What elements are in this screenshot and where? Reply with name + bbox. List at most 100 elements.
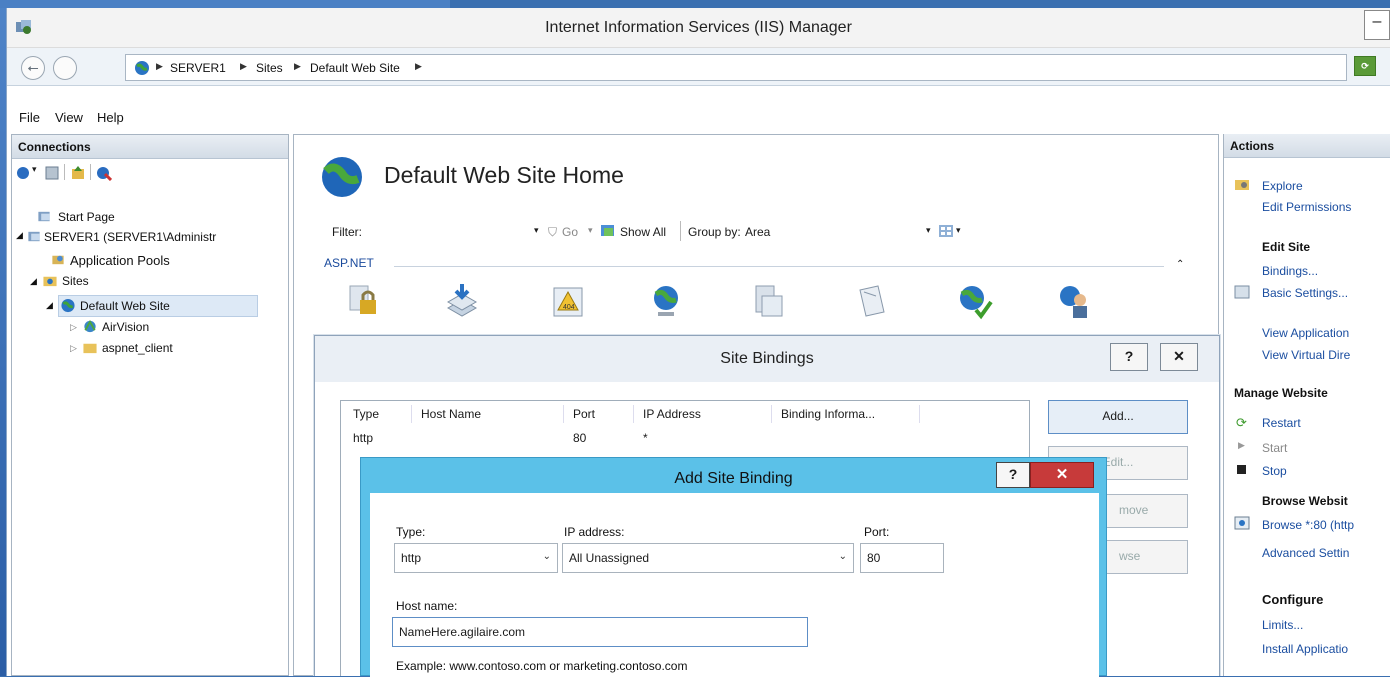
forward-button[interactable]	[53, 56, 77, 80]
stop-link[interactable]: Stop	[1262, 464, 1287, 478]
browse-80-link[interactable]: Browse *:80 (http	[1262, 518, 1354, 532]
column-port[interactable]: Port	[573, 407, 595, 421]
back-button[interactable]: ⭠	[21, 56, 45, 80]
actions-header: Actions	[1224, 134, 1390, 158]
dropdown-arrow-icon[interactable]: ▾	[956, 225, 961, 236]
group-by-select[interactable]: Area	[745, 225, 770, 239]
breadcrumb-default-web-site[interactable]: Default Web Site	[310, 61, 400, 75]
help-button[interactable]: ?	[996, 462, 1030, 488]
disconnect-icon[interactable]	[96, 165, 112, 181]
basic-settings-link[interactable]: Basic Settings...	[1262, 286, 1348, 300]
authorization-icon[interactable]	[344, 282, 384, 322]
toolbar-divider	[64, 164, 65, 180]
application-icon	[84, 319, 96, 333]
menu-bar: File View Help	[7, 86, 1390, 134]
minimize-button[interactable]: –	[1364, 10, 1390, 40]
start-link[interactable]: Start	[1262, 441, 1287, 455]
save-icon[interactable]	[44, 165, 60, 181]
toolbar-divider	[680, 221, 681, 241]
collapse-arrow-icon[interactable]: ◢	[46, 300, 53, 311]
machine-key-icon[interactable]	[748, 282, 788, 322]
column-type[interactable]: Type	[353, 407, 379, 421]
pages-controls-icon[interactable]	[852, 282, 892, 322]
folder-icon	[83, 343, 97, 354]
expand-arrow-icon[interactable]: ▷	[70, 322, 77, 333]
tree-airvision[interactable]: AirVision	[102, 320, 149, 334]
section-divider	[394, 266, 1164, 267]
help-button[interactable]: ?	[1110, 343, 1148, 371]
column-binding-information[interactable]: Binding Informa...	[781, 407, 875, 421]
view-virtual-directories-link[interactable]: View Virtual Dire	[1262, 348, 1350, 362]
bindings-link[interactable]: Bindings...	[1262, 264, 1318, 278]
expand-arrow-icon[interactable]: ▷	[70, 343, 77, 354]
binding-type-cell[interactable]: http	[353, 431, 373, 445]
go-button[interactable]: Go	[562, 225, 578, 239]
tree-aspnet-client[interactable]: aspnet_client	[102, 341, 173, 355]
show-all-button[interactable]: Show All	[620, 225, 666, 239]
svg-text:404: 404	[563, 304, 575, 311]
column-ip-address[interactable]: IP Address	[643, 407, 701, 421]
limits-link[interactable]: Limits...	[1262, 618, 1303, 632]
chevron-down-icon: ⌄	[542, 551, 551, 562]
address-bar: ⭠ ▶ SERVER1 ▶ Sites ▶ Default Web Site ▶…	[7, 48, 1390, 86]
explore-link[interactable]: Explore	[1262, 179, 1303, 193]
collapse-arrow-icon[interactable]: ◢	[30, 276, 37, 287]
browse-website-heading: Browse Websit	[1262, 494, 1348, 508]
tree-server1[interactable]: SERVER1 (SERVER1\Administr	[44, 230, 216, 244]
install-application-link[interactable]: Install Applicatio	[1262, 642, 1348, 656]
title-bar: Internet Information Services (IIS) Mana…	[7, 8, 1390, 48]
close-button[interactable]: ✕	[1160, 343, 1198, 371]
error-pages-icon[interactable]: 404	[548, 282, 588, 322]
add-site-binding-dialog: Add Site Binding ? ✕ Type: http ⌄ IP add…	[360, 457, 1107, 677]
tree-start-page[interactable]: Start Page	[58, 210, 115, 224]
connect-icon[interactable]	[16, 165, 32, 181]
show-all-icon	[601, 225, 614, 236]
toolbar-divider	[90, 164, 91, 180]
host-name-input[interactable]: NameHere.agilaire.com	[392, 617, 808, 647]
connections-panel: Connections ▾ Start Page ◢ SERVER1 (SERV…	[11, 134, 289, 676]
dropdown-arrow-icon[interactable]: ▾	[926, 225, 931, 236]
type-select[interactable]: http ⌄	[394, 543, 558, 573]
collapse-arrow-icon[interactable]: ◢	[16, 230, 23, 241]
menu-help[interactable]: Help	[97, 110, 124, 125]
dropdown-arrow-icon[interactable]: ▾	[588, 225, 593, 236]
menu-view[interactable]: View	[55, 110, 83, 125]
view-applications-link[interactable]: View Application	[1262, 326, 1349, 340]
tree-sites[interactable]: Sites	[62, 274, 89, 288]
edit-site-heading: Edit Site	[1262, 240, 1311, 254]
port-input[interactable]: 80	[860, 543, 944, 573]
site-bindings-titlebar: Site Bindings ? ✕	[315, 336, 1219, 382]
providers-icon[interactable]	[954, 282, 994, 322]
tree-default-web-site[interactable]: Default Web Site	[80, 299, 170, 313]
add-site-binding-body: Type: http ⌄ IP address: All Unassigned …	[370, 493, 1099, 677]
breadcrumb-server1[interactable]: SERVER1	[170, 61, 226, 75]
tree-application-pools[interactable]: Application Pools	[70, 253, 170, 268]
filter-input[interactable]	[366, 222, 526, 242]
download-icon[interactable]	[442, 282, 482, 322]
advanced-settings-link[interactable]: Advanced Settin	[1262, 546, 1349, 560]
menu-file[interactable]: File	[19, 110, 40, 125]
dropdown-arrow-icon[interactable]: ▾	[534, 225, 539, 236]
ip-address-select[interactable]: All Unassigned ⌄	[562, 543, 854, 573]
breadcrumb[interactable]: ▶ SERVER1 ▶ Sites ▶ Default Web Site ▶	[125, 54, 1347, 81]
session-state-icon[interactable]	[1056, 282, 1096, 322]
edit-permissions-link[interactable]: Edit Permissions	[1262, 200, 1351, 214]
dropdown-arrow-icon[interactable]: ▾	[32, 164, 37, 175]
group-by-label: Group by:	[688, 225, 741, 239]
refresh-icon[interactable]: ⟳	[1354, 56, 1376, 76]
column-divider	[411, 405, 412, 423]
breadcrumb-sites[interactable]: Sites	[256, 61, 283, 75]
up-icon[interactable]	[70, 165, 86, 181]
view-mode-icon[interactable]	[938, 223, 954, 239]
restart-link[interactable]: Restart	[1262, 416, 1301, 430]
add-binding-button[interactable]: Add...	[1048, 400, 1188, 434]
chevron-up-icon[interactable]: ⌃	[1176, 259, 1184, 270]
type-label: Type:	[396, 525, 426, 539]
close-button[interactable]: ✕	[1030, 462, 1094, 488]
stop-icon	[1237, 465, 1246, 474]
actions-panel: Actions Explore Edit Permissions Edit Si…	[1223, 134, 1390, 676]
globe-stand-icon[interactable]	[646, 282, 686, 322]
binding-ip-cell[interactable]: *	[643, 431, 648, 445]
column-host-name[interactable]: Host Name	[421, 407, 481, 421]
binding-port-cell[interactable]: 80	[573, 431, 586, 445]
